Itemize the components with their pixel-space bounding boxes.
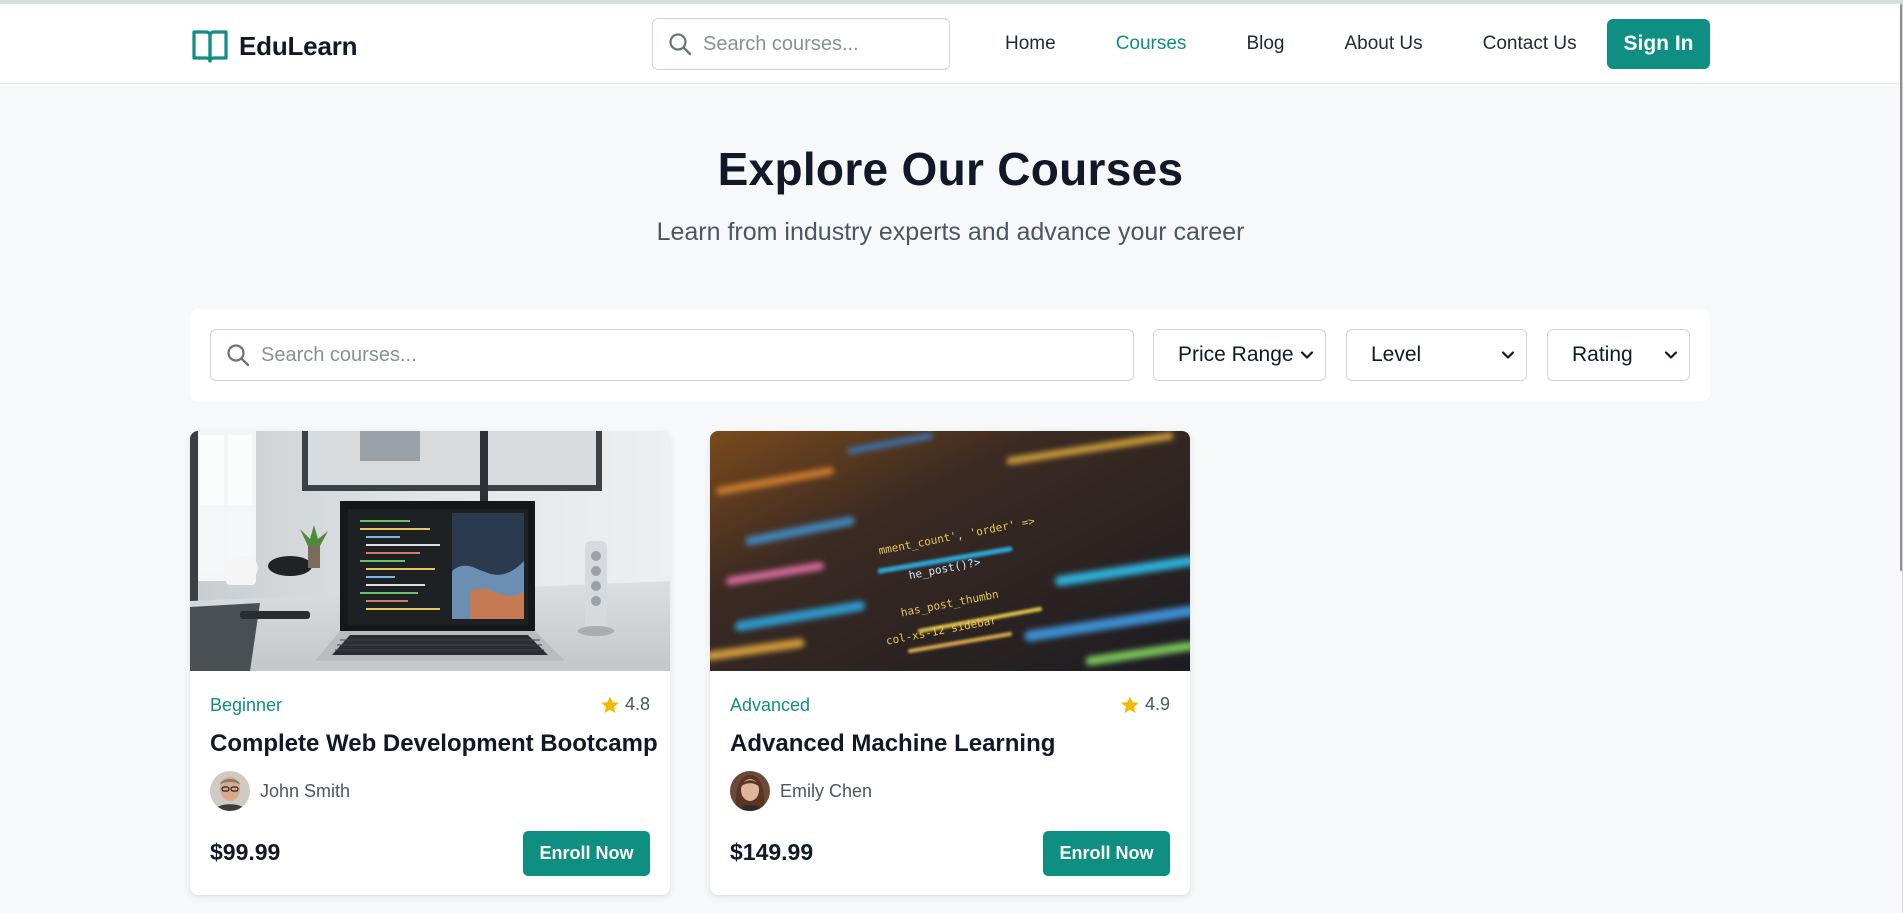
sign-in-button[interactable]: Sign In: [1607, 19, 1710, 69]
chevron-down-icon: [1664, 351, 1678, 359]
search-icon: [667, 31, 693, 57]
course-title[interactable]: Complete Web Development Bootcamp: [210, 730, 658, 758]
rating-value: 4.8: [624, 694, 650, 714]
enroll-now-button[interactable]: Enroll Now: [523, 831, 650, 876]
navbar: EduLearn Home Courses Blog About Us Cont…: [0, 4, 1901, 84]
open-book-icon: [190, 26, 230, 66]
brand-logo[interactable]: EduLearn: [190, 26, 358, 66]
price-range-select[interactable]: Price Range: [1153, 329, 1326, 381]
avatar: [210, 771, 250, 811]
course-title[interactable]: Advanced Machine Learning: [730, 730, 1055, 758]
enroll-now-button[interactable]: Enroll Now: [1043, 831, 1170, 876]
header-search-input[interactable]: [703, 32, 933, 56]
course-search[interactable]: [210, 329, 1134, 381]
chevron-down-icon: [1501, 351, 1515, 359]
brand-name: EduLearn: [239, 30, 358, 61]
avatar: [730, 771, 770, 811]
rating-value: 4.9: [1144, 694, 1170, 714]
page-title: Explore Our Courses: [717, 143, 1184, 195]
instructor: John Smith: [210, 771, 350, 811]
course-price: $99.99: [210, 839, 281, 865]
level-select[interactable]: Level: [1346, 329, 1527, 381]
rating: 4.9: [1120, 694, 1170, 715]
nav-contact-us[interactable]: Contact Us: [1483, 33, 1577, 55]
level-value: Level: [1371, 343, 1422, 366]
scrollbar-thumb[interactable]: [1900, 4, 1902, 571]
rating: 4.8: [600, 694, 650, 715]
level-badge: Advanced: [730, 695, 811, 715]
star-icon: [601, 696, 619, 713]
rating-value: Rating: [1572, 343, 1633, 366]
level-badge: Beginner: [210, 695, 283, 715]
course-card[interactable]: Beginner 4.8 Complete Web Development Bo…: [190, 431, 670, 895]
nav-home[interactable]: Home: [1005, 33, 1056, 55]
nav-courses[interactable]: Courses: [1116, 33, 1187, 55]
instructor: Emily Chen: [730, 771, 872, 811]
course-search-input[interactable]: [261, 343, 1121, 367]
instructor-name: John Smith: [260, 780, 351, 801]
instructor-name: Emily Chen: [780, 780, 873, 801]
rating-select[interactable]: Rating: [1547, 329, 1690, 381]
search-icon: [225, 342, 251, 368]
main-nav: Home Courses Blog About Us Contact Us: [1005, 4, 1577, 84]
nav-blog[interactable]: Blog: [1246, 33, 1284, 55]
course-thumbnail-laptop[interactable]: [190, 431, 670, 671]
course-price: $149.99: [730, 839, 814, 865]
price-range-value: Price Range: [1178, 343, 1294, 366]
course-card[interactable]: mment_count', 'order' => he_post()?> has…: [710, 431, 1190, 895]
star-icon: [1121, 696, 1139, 713]
filter-bar: Price Range Level Rating: [190, 309, 1710, 401]
page-subtitle: Learn from industry experts and advance …: [656, 218, 1245, 246]
header-search[interactable]: [652, 18, 950, 70]
chevron-down-icon: [1300, 351, 1314, 359]
course-thumbnail-code[interactable]: mment_count', 'order' => he_post()?> has…: [710, 431, 1190, 671]
nav-about-us[interactable]: About Us: [1344, 33, 1422, 55]
